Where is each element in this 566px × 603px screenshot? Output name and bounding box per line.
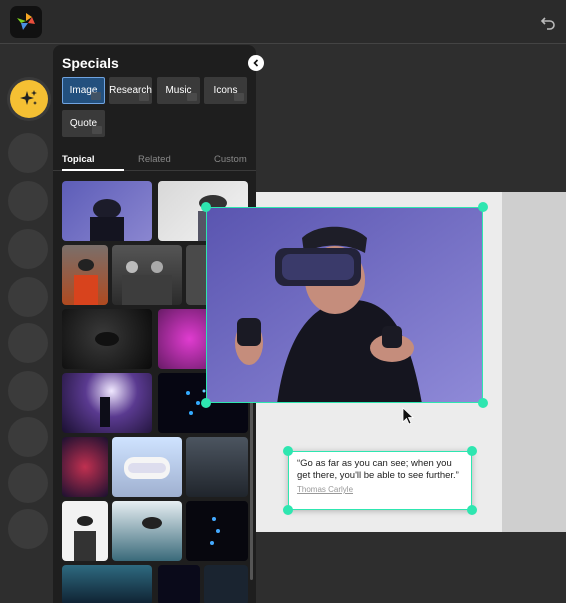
image-thumbnail[interactable] bbox=[62, 181, 152, 241]
resize-handle[interactable] bbox=[467, 446, 477, 456]
resize-handle[interactable] bbox=[478, 398, 488, 408]
chip-image[interactable]: Image bbox=[62, 77, 105, 104]
app-window: Specials Image Research Music Icons Quot… bbox=[0, 0, 566, 603]
image-thumbnail[interactable] bbox=[112, 437, 182, 497]
image-thumbnail[interactable] bbox=[62, 437, 108, 497]
tab-related[interactable]: Related bbox=[138, 154, 171, 165]
quote-author[interactable]: Thomas Carlyle bbox=[297, 485, 463, 494]
image-thumbnail[interactable] bbox=[158, 565, 200, 603]
chip-music[interactable]: Music bbox=[157, 77, 200, 104]
chip-quote[interactable]: Quote bbox=[62, 110, 105, 137]
sparkles-icon[interactable] bbox=[10, 80, 48, 118]
tab-topical[interactable]: Topical bbox=[62, 154, 95, 165]
image-thumbnail[interactable] bbox=[62, 309, 152, 369]
resize-handle[interactable] bbox=[201, 202, 211, 212]
top-bar bbox=[0, 0, 566, 44]
canvas-image[interactable] bbox=[206, 207, 483, 403]
image-thumbnail[interactable] bbox=[62, 373, 152, 433]
resize-handle[interactable] bbox=[283, 505, 293, 515]
app-logo-icon[interactable] bbox=[10, 6, 42, 38]
image-thumbnail[interactable] bbox=[62, 245, 108, 305]
resize-handle[interactable] bbox=[283, 446, 293, 456]
rail-button[interactable] bbox=[8, 229, 48, 269]
undo-icon[interactable] bbox=[540, 14, 556, 30]
image-thumbnail[interactable] bbox=[186, 501, 248, 561]
panel-title: Specials bbox=[62, 55, 119, 71]
rail-button[interactable] bbox=[8, 371, 48, 411]
image-thumbnail[interactable] bbox=[186, 437, 248, 497]
image-thumbnail[interactable] bbox=[204, 565, 248, 603]
rail-button[interactable] bbox=[8, 323, 48, 363]
rail-button[interactable] bbox=[8, 133, 48, 173]
rail-button[interactable] bbox=[8, 277, 48, 317]
image-thumbnail[interactable] bbox=[62, 501, 108, 561]
image-thumbnail[interactable] bbox=[112, 501, 182, 561]
image-thumbnail[interactable] bbox=[112, 245, 182, 305]
rail-button[interactable] bbox=[8, 463, 48, 503]
resize-handle[interactable] bbox=[467, 505, 477, 515]
chevron-left-icon[interactable] bbox=[248, 55, 264, 71]
resize-handle[interactable] bbox=[201, 398, 211, 408]
canvas-page-next[interactable] bbox=[502, 192, 566, 532]
canvas-quote[interactable]: “Go as far as you can see; when you get … bbox=[288, 451, 472, 510]
rail-button[interactable] bbox=[8, 509, 48, 549]
panel-tabs: Topical Related Custom bbox=[53, 154, 256, 174]
image-thumbnail[interactable] bbox=[62, 565, 152, 603]
tab-custom[interactable]: Custom bbox=[214, 154, 247, 165]
rail-button[interactable] bbox=[8, 417, 48, 457]
chip-icons[interactable]: Icons bbox=[204, 77, 247, 104]
tool-rail bbox=[0, 45, 56, 603]
mouse-pointer-icon bbox=[402, 407, 414, 425]
resize-handle[interactable] bbox=[478, 202, 488, 212]
chip-research[interactable]: Research bbox=[109, 77, 152, 104]
quote-text: “Go as far as you can see; when you get … bbox=[297, 458, 459, 481]
active-tab-indicator bbox=[62, 169, 124, 171]
rail-button[interactable] bbox=[8, 181, 48, 221]
